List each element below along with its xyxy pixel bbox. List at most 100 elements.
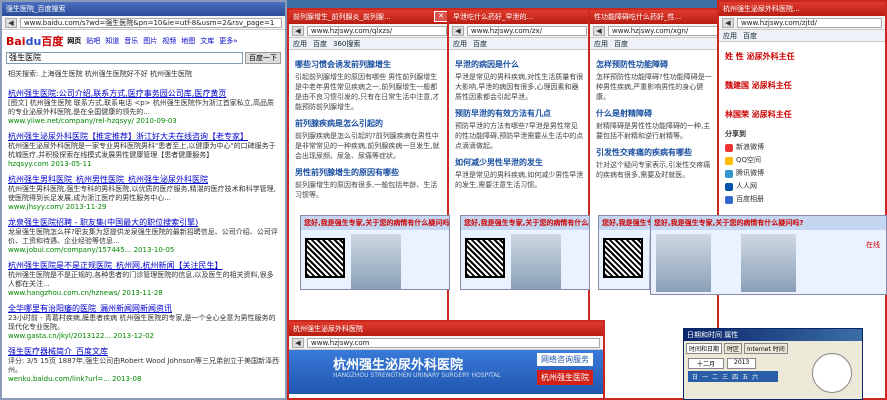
doctor-name[interactable]: 林国荣 泌尿科主任 [725,109,879,120]
result-title[interactable]: 强生医疗器械简介_百度文库 [8,346,279,357]
result-url[interactable]: www.gasta.cn/jkyl/2013122... 2013-12-02 [8,332,279,340]
fav-item[interactable]: 360搜索 [333,38,360,49]
window-title-bar[interactable]: 强生医院_百度搜索 [2,2,285,16]
back-icon[interactable]: ◀ [593,25,605,36]
doctor-photo [511,234,561,289]
doctor-name[interactable]: 姓 性 泌尿外科主任 [725,51,879,62]
window-title: 杭州强生泌尿外科医院 [293,325,363,333]
url-input[interactable]: www.hzjswy.com [307,337,600,348]
fav-item[interactable]: 百度 [614,38,628,49]
weekday: 三 [722,374,729,381]
share-qzone[interactable]: QQ空间 [725,154,879,167]
weekday: 四 [732,374,739,381]
window-title-bar[interactable]: 杭州强生泌尿外科医院... [719,2,885,16]
address-bar: ◀ www.hzjswy.com [289,336,603,350]
result-snippet: 23小时前 - 青葛村疾病,膜患者疾病 杭州强生医院的专家,是一个全心全意为男性… [8,314,276,331]
doctor-name[interactable]: 魏建国 泌尿科主任 [725,80,879,91]
tab-internet-time[interactable]: Internet 时间 [744,343,788,354]
nav-web[interactable]: 网页 [67,36,81,46]
nav-wenku[interactable]: 文库 [200,36,214,46]
result-title[interactable]: 杭州强生泌尿外科医院【推定推荐】浙江好大夫在线咨询【老专家】 [8,131,279,142]
result-url[interactable]: www.yiiwe.net/company/rel-hzqsyy/ 2010-0… [8,117,279,125]
url-input[interactable]: www.baidu.com/s?wd=强生医院&pn=10&ie=utf-8&u… [20,17,282,28]
result-url[interactable]: wenku.baidu.com/link?url=... 2013-08 [8,375,279,383]
window-title: 早泄吃什么药好_早泄的... [453,13,534,21]
result-title[interactable]: 杭州强生男科医院_杭州男性医院_杭州强生泌尿外科医院 [8,174,279,185]
nav-images[interactable]: 图片 [143,36,157,46]
nav-video[interactable]: 视频 [162,36,176,46]
qr-code-icon[interactable] [305,238,345,278]
service-badge[interactable]: 网络咨询服务 [537,353,593,366]
result-title[interactable]: 杭州强生医院:公司介绍,联系方式,医疗事务园公司库,医疗黄页 [8,88,279,99]
nav-more[interactable]: 更多» [219,36,237,46]
back-icon[interactable]: ◀ [292,337,304,348]
share-label: 百度相册 [736,195,764,203]
window-title-bar[interactable]: 性功能障碍吃什么药好_性... [590,10,721,24]
fav-item[interactable]: 应用 [723,30,737,41]
fav-item[interactable]: 应用 [293,38,307,49]
window-title-bar[interactable]: 杭州强生泌尿外科医院 [289,322,603,336]
weekday: 五 [742,374,749,381]
url-input[interactable]: www.hzjswy.com/qlxzs/ [307,25,447,36]
date-time-dialog: 日期和时间 属性 时间和日期 时区 Internet 时间 十二月 2013 日… [683,328,863,400]
share-sina[interactable]: 新浪微博 [725,141,879,154]
dialog-title[interactable]: 日期和时间 属性 [684,329,862,341]
fav-item[interactable]: 应用 [453,38,467,49]
url-input[interactable]: www.hzjswy.com/xgn/ [608,25,718,36]
article-heading[interactable]: 引发性交疼痛的疾病有哪些 [596,147,715,158]
window-title-bar[interactable]: 早泄吃什么药好_早泄的... [449,10,590,24]
doctor-desc [725,64,879,74]
result-snippet: 龙泉强生医院怎么样?职友集为您提供龙泉强生医院的最新招聘信息、公司介绍、公司评价… [8,228,278,245]
share-baidu[interactable]: 百度相册 [725,193,879,206]
fav-item[interactable]: 百度 [473,38,487,49]
fav-item[interactable]: 应用 [594,38,608,49]
article-heading[interactable]: 预防早泄的有效方法有几点 [455,108,584,119]
result-title[interactable]: 全华哪里有治阳痿的医院_漏州新闻网新闻资讯 [8,303,279,314]
window-title: 强生医院_百度搜索 [6,5,66,13]
result-title[interactable]: 杭州强生医院是不是正规医院_杭州网,杭州新闻【关注民生】 [8,260,279,271]
favorites-bar: 应用 百度 360搜索 [289,38,450,50]
fav-item[interactable]: 百度 [313,38,327,49]
article-heading[interactable]: 怎样预防性功能障碍 [596,59,715,70]
nav-zhidao[interactable]: 知道 [105,36,119,46]
url-input[interactable]: www.hzjswy.com/zx/ [467,25,587,36]
fav-item[interactable]: 百度 [743,30,757,41]
year-stepper[interactable]: 2013 [727,358,757,369]
brand-badge[interactable]: 杭州强生医院 [537,370,593,385]
search-button[interactable]: 百度一下 [245,52,281,64]
tab-timezone[interactable]: 时区 [724,343,743,354]
result-url[interactable]: www.hangzhou.com.cn/hznews/ 2013-11-28 [8,289,279,297]
share-renren[interactable]: 人人网 [725,180,879,193]
article-heading[interactable]: 前列腺疾病是怎么引起的 [295,118,444,129]
nav-music[interactable]: 音乐 [124,36,138,46]
back-icon[interactable]: ◀ [5,17,17,28]
result-title[interactable]: 龙泉强生医院招聘 - 职友集(中国最大的职位搜索引擎) [8,217,279,228]
share-panel: 分享到 新浪微博 QQ空间 腾讯微博 人人网 百度相册 [719,125,885,209]
result-url[interactable]: www.jobui.com/company/157445... 2013-10-… [8,246,279,254]
month-select[interactable]: 十二月 [688,358,725,369]
qr-code-icon[interactable] [465,238,505,278]
back-icon[interactable]: ◀ [452,25,464,36]
share-tqq[interactable]: 腾讯微博 [725,167,879,180]
article-heading[interactable]: 什么是射精障碍 [596,108,715,119]
result-url[interactable]: hzqsyy.com 2013-05-11 [8,160,279,168]
back-icon[interactable]: ◀ [292,25,304,36]
close-icon[interactable]: ✕ [434,11,448,22]
nav-map[interactable]: 地图 [181,36,195,46]
qr-code-icon[interactable] [603,238,643,278]
article-heading[interactable]: 男性前列腺增生的原因有哪些 [295,167,444,178]
related-searches: 相关搜索: 上海强生医院 杭州强生医院好不好 杭州强生医院 [8,70,193,78]
window-title-bar[interactable]: 前列腺增生_前列腺炎_前列腺... ✕ [289,10,450,24]
back-icon[interactable]: ◀ [722,17,734,28]
article-paragraph: 早泄是常见的男科疾病,如何减少男性早泄的发生,需要注意生活习惯。 [455,171,584,189]
url-input[interactable]: www.hzjswy.com/zjtd/ [737,17,882,28]
chat-popup: 您好,我是强生专家,关于您的病情有什么疑问吗? 在线 [650,215,887,295]
tab-date-time[interactable]: 时间和日期 [686,343,723,354]
search-input[interactable]: 强生医院 [6,52,243,64]
article-heading[interactable]: 如何减少男性早泄的发生 [455,157,584,168]
results-list: 杭州强生医院:公司介绍,联系方式,医疗事务园公司库,医疗黄页 [图文] 杭州强生医… [2,79,285,386]
nav-tieba[interactable]: 贴吧 [86,36,100,46]
result-url[interactable]: www.jhsyy.com/ 2013-11-29 [8,203,279,211]
article-heading[interactable]: 哪些习惯会诱发前列腺增生 [295,59,444,70]
article-heading[interactable]: 早泄的病因是什么 [455,59,584,70]
